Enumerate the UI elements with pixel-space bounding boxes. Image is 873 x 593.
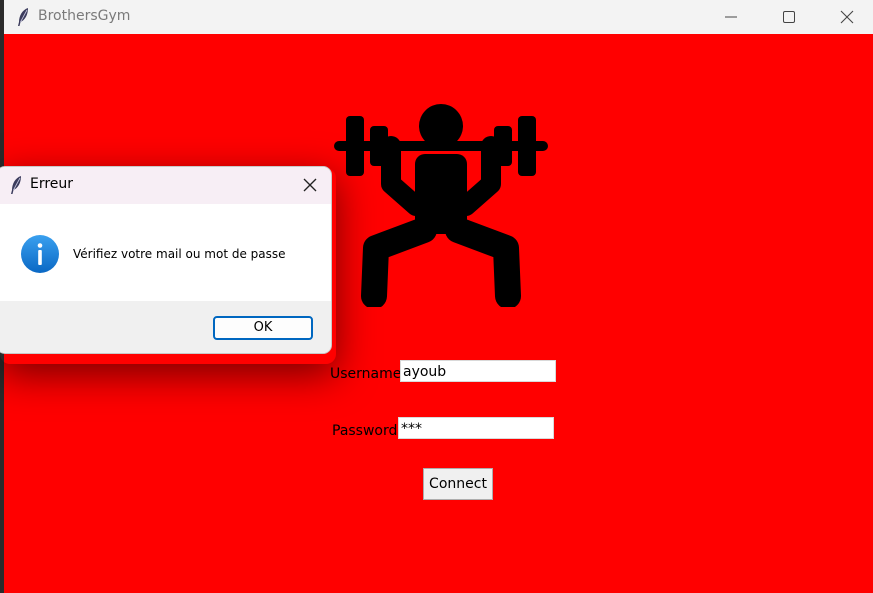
close-icon xyxy=(303,178,317,192)
maximize-icon xyxy=(783,11,795,23)
password-input[interactable]: *** xyxy=(398,417,554,439)
info-icon xyxy=(21,235,59,273)
maximize-button[interactable] xyxy=(761,0,817,34)
title-bar[interactable]: BrothersGym xyxy=(4,0,873,34)
window-title: BrothersGym xyxy=(38,8,131,24)
feather-icon xyxy=(9,175,23,195)
close-button[interactable] xyxy=(819,0,873,34)
minimize-icon xyxy=(725,16,737,18)
feather-icon xyxy=(16,7,30,27)
dialog-title: Erreur xyxy=(30,176,74,192)
minimize-button[interactable] xyxy=(703,0,759,34)
password-label: Password xyxy=(332,423,398,439)
connect-button[interactable]: Connect xyxy=(423,468,493,500)
dialog-message: Vérifiez votre mail ou mot de passe xyxy=(73,247,286,261)
close-icon xyxy=(840,10,854,24)
dialog-footer: OK xyxy=(0,301,331,353)
weightlifter-icon xyxy=(334,104,548,307)
dialog-title-bar[interactable]: Erreur xyxy=(0,167,331,204)
ok-button[interactable]: OK xyxy=(213,316,313,340)
dialog-close-button[interactable] xyxy=(297,172,323,198)
dialog-body: Vérifiez votre mail ou mot de passe xyxy=(0,204,331,301)
username-label: Username xyxy=(330,366,402,382)
app-window: BrothersGym Username ayoub Password *** … xyxy=(0,0,873,593)
error-dialog: Erreur Vérifiez votre mail ou mot de pas… xyxy=(0,166,332,354)
username-input[interactable]: ayoub xyxy=(400,360,556,382)
